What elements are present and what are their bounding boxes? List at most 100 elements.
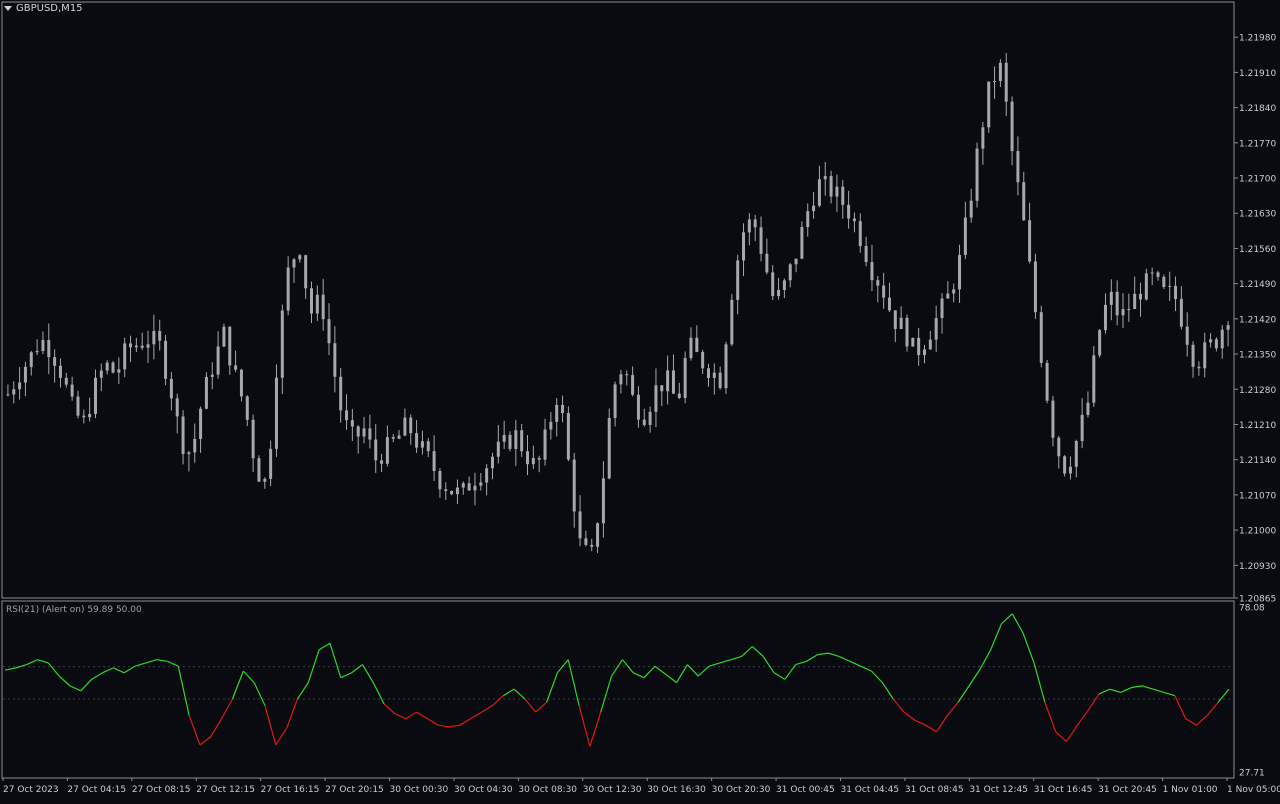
candle-body: [502, 434, 506, 442]
candle-body: [952, 289, 956, 294]
rsi-segment: [1206, 701, 1219, 716]
candle-body: [1010, 101, 1014, 152]
candle-body: [706, 368, 710, 378]
price-tick-label: 1.21420: [1239, 315, 1276, 325]
candle-body: [1016, 151, 1020, 183]
candle-body: [572, 459, 576, 512]
candle-body: [1103, 304, 1107, 331]
time-tick-label: 1 Nov 01:00: [1163, 785, 1218, 795]
price-tick-label: 1.21280: [1239, 386, 1276, 396]
candle-body: [1051, 400, 1055, 438]
candle-body: [1162, 276, 1166, 287]
candle-body: [549, 421, 553, 430]
rsi-segment: [134, 662, 146, 667]
candle-body: [596, 523, 600, 547]
time-tick-label: 31 Oct 08:45: [905, 785, 964, 795]
candle-body: [794, 258, 798, 265]
rsi-segment: [286, 698, 299, 729]
candle-body: [940, 298, 944, 319]
rsi-segment: [903, 711, 916, 721]
candle-body: [788, 264, 792, 281]
candle-body: [6, 394, 10, 396]
rsi-panel-frame: [1, 600, 1235, 779]
candle-body: [181, 416, 185, 455]
candle-body: [771, 272, 775, 297]
rsi-segment: [340, 672, 352, 679]
price-tick-label: 1.21140: [1239, 456, 1276, 466]
rsi-segment: [881, 682, 894, 700]
time-tick-label: 30 Oct 12:30: [583, 785, 642, 795]
rsi-segment: [676, 664, 688, 683]
candle-body: [327, 319, 331, 344]
rsi-segment: [773, 672, 786, 680]
candle-body: [1144, 273, 1148, 300]
candle-body: [263, 478, 267, 482]
rsi-segment: [1131, 685, 1143, 689]
candle-body: [298, 255, 302, 260]
rsi-segment: [492, 695, 504, 706]
symbol-title[interactable]: GBPUSD,M15: [4, 3, 83, 14]
rsi-segment: [524, 698, 537, 713]
candle-body: [362, 428, 366, 437]
candle-body: [321, 294, 325, 320]
candle-body: [391, 437, 395, 439]
candle-body: [1220, 329, 1224, 349]
candle-body: [1179, 299, 1183, 327]
rsi-segment: [784, 664, 797, 680]
rsi-segment: [372, 682, 385, 705]
candle-body: [105, 362, 109, 371]
candle-body: [584, 538, 588, 545]
candle-body: [1191, 344, 1195, 367]
time-tick-label: 31 Oct 00:45: [776, 785, 835, 795]
rsi-segment: [946, 701, 959, 716]
time-tick-label: 31 Oct 04:45: [840, 785, 899, 795]
rsi-segment: [1120, 686, 1132, 693]
candle-body: [654, 385, 658, 412]
rsi-segment: [1098, 688, 1111, 695]
price-tick-label: 1.21980: [1239, 34, 1276, 44]
candle-body: [724, 344, 728, 389]
rsi-segment: [741, 646, 753, 657]
candle-body: [747, 219, 751, 233]
candle-body: [934, 318, 938, 340]
candle-body: [1209, 339, 1213, 343]
time-tick-label: 27 Oct 12:15: [196, 785, 255, 795]
candle-body: [164, 340, 168, 379]
candle-body: [526, 451, 530, 465]
candle-body: [455, 487, 459, 495]
candle-body: [479, 482, 483, 486]
price-tick-label: 1.21770: [1239, 139, 1276, 149]
rsi-segment: [892, 698, 905, 713]
candle-body: [1185, 326, 1189, 345]
rsi-segment: [1076, 710, 1089, 726]
candle-body: [1057, 437, 1061, 457]
time-tick-label: 30 Oct 04:30: [454, 785, 513, 795]
price-tick-label: 1.21350: [1239, 351, 1276, 361]
candle-body: [578, 511, 582, 539]
candle-body: [753, 219, 757, 228]
candle-body: [1086, 402, 1090, 415]
candle-body: [29, 352, 33, 367]
candle-body: [701, 351, 705, 369]
candle-body: [292, 259, 296, 268]
chart-svg: 1.21980 1.21910 1.21840 1.21770 1.21700 1.216…: [1, 1, 1280, 795]
candle-body: [257, 458, 261, 482]
candle-body: [806, 211, 810, 228]
chevron-down-icon[interactable]: [4, 6, 12, 11]
candle-body: [899, 317, 903, 329]
candle-body: [537, 458, 541, 460]
time-tick-label: 30 Oct 00:30: [390, 785, 449, 795]
candle-body: [823, 176, 827, 180]
candle-body: [403, 417, 407, 436]
rsi-segment: [394, 713, 407, 720]
rsi-segment: [795, 660, 807, 666]
candle-body: [666, 370, 670, 392]
rsi-segment: [383, 703, 396, 715]
rsi-segment: [361, 664, 374, 683]
price-tick-label: 1.20930: [1239, 562, 1276, 572]
rsi-segment: [686, 664, 699, 677]
candle-body: [1092, 355, 1096, 403]
candle-body: [82, 415, 86, 418]
candle-body: [1214, 339, 1218, 349]
rsi-segment: [762, 656, 775, 674]
